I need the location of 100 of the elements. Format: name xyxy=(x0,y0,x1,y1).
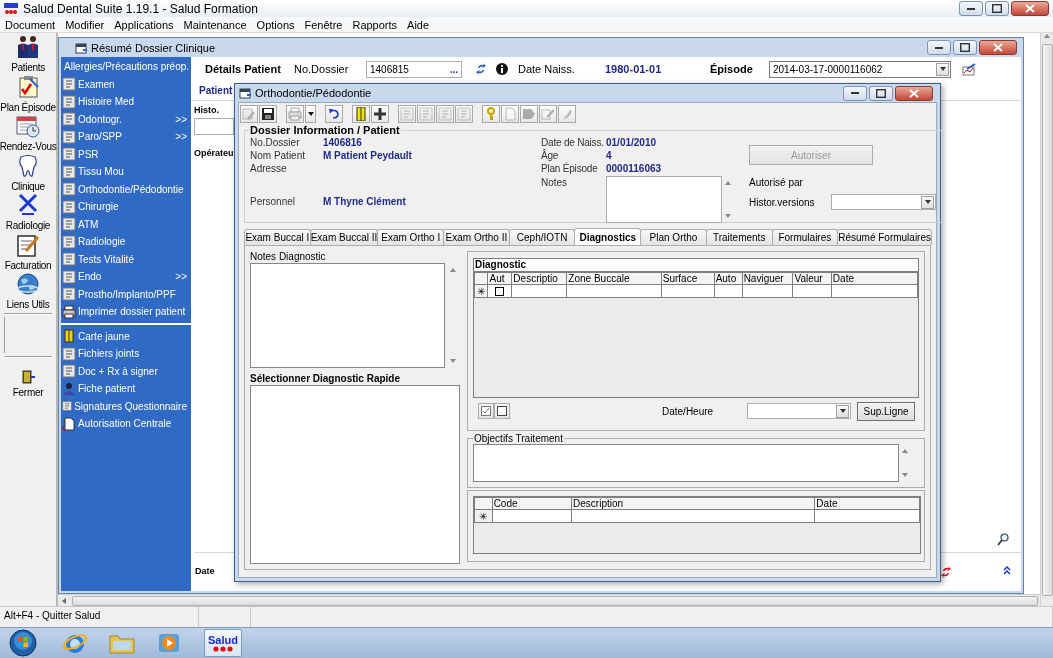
launcher-button[interactable]: Radiologie xyxy=(0,193,56,233)
nav-item[interactable]: Paro/SPP >> xyxy=(61,128,191,146)
toolbar-button[interactable] xyxy=(371,105,389,123)
field-label: Date Naiss. xyxy=(518,63,576,75)
nav-item[interactable]: Carte jaune xyxy=(61,327,191,345)
tab[interactable]: Exam Buccal II xyxy=(309,229,379,245)
menu-item[interactable]: Document xyxy=(0,18,61,31)
tooth-icon xyxy=(16,153,40,178)
calendar-icon xyxy=(16,114,40,138)
window-title: Orthodontie/Pédodontie xyxy=(255,87,372,99)
taskbar-app-button[interactable]: Salud xyxy=(204,629,242,657)
uncheck-all-button[interactable] xyxy=(494,403,510,419)
card-icon xyxy=(354,107,368,121)
nav-item[interactable]: Fichiers joints xyxy=(61,345,191,363)
episode-dropdown[interactable]: 2014-03-17-0000116062 xyxy=(769,60,951,78)
minimize-button[interactable] xyxy=(843,85,867,101)
tile-icon xyxy=(62,217,76,232)
list-box[interactable] xyxy=(250,385,460,564)
tab[interactable]: Diagnostics xyxy=(574,228,642,245)
window-title: Salud Dental Suite 1.19.1 - Salud Formation xyxy=(23,1,258,16)
close-button[interactable] xyxy=(895,85,933,101)
key-icon xyxy=(484,107,498,121)
menu-item[interactable]: Fenêtre xyxy=(299,18,348,31)
nav-item[interactable]: Prostho/Implanto/PPF xyxy=(61,285,191,303)
toolbar-button[interactable] xyxy=(259,105,277,123)
quill-icon xyxy=(560,107,574,121)
launcher-button[interactable]: Rendez-Vous xyxy=(0,114,56,154)
nav-item[interactable]: Signatures Questionnaire xyxy=(61,397,191,415)
objectives-field[interactable] xyxy=(473,444,899,482)
nav-item[interactable]: Orthodontie/Pédodontie xyxy=(61,180,191,198)
exit-button[interactable]: Fermer xyxy=(0,369,56,410)
menu-item[interactable]: Options xyxy=(251,18,300,31)
maximize-button[interactable] xyxy=(985,1,1009,16)
nav-item[interactable]: Doc + Rx à signer xyxy=(61,362,191,380)
edit-icon xyxy=(242,107,256,121)
notes-field[interactable] xyxy=(250,263,445,368)
tab[interactable]: Exam Buccal I xyxy=(244,229,311,245)
close-button[interactable] xyxy=(979,40,1017,55)
minimize-button[interactable] xyxy=(959,1,983,16)
launcher-button[interactable]: Liens Utils xyxy=(0,272,56,312)
nav-item[interactable]: Chirurgie xyxy=(61,198,191,216)
menu-item[interactable]: Modifier xyxy=(60,18,110,31)
menu-item[interactable]: Applications xyxy=(109,18,179,31)
nav-item[interactable]: Fiche patient xyxy=(61,380,191,398)
nav-item[interactable]: Histoire Med xyxy=(61,93,191,111)
history-field[interactable] xyxy=(194,118,234,135)
toolbar-button[interactable] xyxy=(325,105,343,123)
tab[interactable]: Traitements xyxy=(705,229,773,245)
tab[interactable]: Formulaires xyxy=(771,229,839,245)
maximize-icon xyxy=(876,88,886,98)
nav-item[interactable]: Allergies/Précautions préop. xyxy=(61,58,191,76)
section-title: Détails Patient xyxy=(205,63,282,75)
nav-item[interactable]: ATM xyxy=(61,215,191,233)
tab[interactable]: Plan Ortho xyxy=(640,229,707,245)
check-all-button[interactable] xyxy=(478,403,494,419)
launcher-button[interactable]: Patients xyxy=(0,35,56,75)
versions-dropdown[interactable] xyxy=(831,194,936,210)
nav-item[interactable]: Radiologie xyxy=(61,233,191,251)
maximize-button[interactable] xyxy=(953,40,977,55)
delete-row-button[interactable]: Sup.Ligne xyxy=(857,401,915,421)
menu-item[interactable]: Aide xyxy=(402,18,435,31)
dossier-field[interactable]: 1406815 ... xyxy=(366,60,462,78)
tab[interactable]: Résumé Formulaires xyxy=(837,229,932,245)
refresh-icon xyxy=(941,566,951,578)
chart-pen-icon xyxy=(962,62,976,76)
minimize-button[interactable] xyxy=(927,40,951,55)
menu-item[interactable]: Rapports xyxy=(347,18,403,31)
tab[interactable]: Exam Ortho I xyxy=(377,229,445,245)
close-button[interactable] xyxy=(1011,1,1049,16)
clipboard-icon xyxy=(16,74,40,99)
maximize-button[interactable] xyxy=(869,85,893,101)
nav-item[interactable]: Examen xyxy=(61,75,191,93)
scrollbar[interactable] xyxy=(58,594,1040,606)
launcher-button[interactable]: Facturation xyxy=(0,232,56,272)
browse-button[interactable]: ... xyxy=(449,63,458,75)
tile-icon xyxy=(62,147,76,162)
datetime-dropdown[interactable] xyxy=(747,403,851,419)
nav-item[interactable]: Endo >> xyxy=(61,268,191,286)
tile-icon xyxy=(62,252,76,267)
checkbox[interactable] xyxy=(495,287,505,297)
nav-item[interactable]: Imprimer dossier patient xyxy=(61,303,191,321)
scrollbar[interactable] xyxy=(1040,33,1053,606)
tile-icon xyxy=(62,234,76,249)
globe-icon xyxy=(16,272,40,296)
toolbar-button[interactable] xyxy=(352,105,370,123)
nav-item[interactable]: Autorisation Centrale xyxy=(61,415,191,433)
tab[interactable]: Ceph/IOTN xyxy=(508,229,576,245)
toolbar-button[interactable] xyxy=(305,105,316,123)
caret-icon xyxy=(938,65,947,73)
nav-item[interactable]: Tests Vitalité xyxy=(61,250,191,268)
tab[interactable]: Exam Ortho II xyxy=(443,229,510,245)
nav-item[interactable]: Tissu Mou xyxy=(61,163,191,181)
field-label: Opérateu xyxy=(194,148,234,158)
menu-item[interactable]: Maintenance xyxy=(178,18,252,31)
minimize-icon xyxy=(967,7,975,10)
launcher-button[interactable]: Plan Épisode xyxy=(0,74,56,114)
notes-field[interactable] xyxy=(606,176,722,223)
nav-item[interactable]: PSR xyxy=(61,145,191,163)
nav-item[interactable]: Odontogr. >> xyxy=(61,110,191,128)
launcher-button[interactable]: Clinique xyxy=(0,153,56,193)
